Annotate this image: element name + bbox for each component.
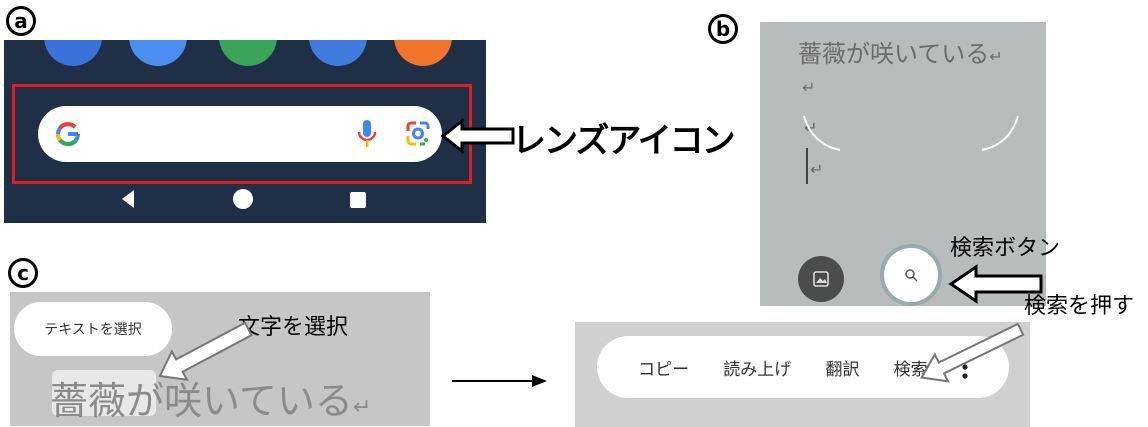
annotation-lens-icon: レンズアイコン <box>512 121 736 161</box>
arrow-right-icon <box>452 375 547 387</box>
menu-item-translate[interactable]: 翻訳 <box>825 355 859 380</box>
camera-text: 薔薇が咲いている↵ <box>798 40 1003 68</box>
label-a: a <box>6 6 36 36</box>
search-icon <box>905 269 918 282</box>
app-icon[interactable] <box>129 40 187 66</box>
google-g-icon <box>56 122 81 147</box>
android-home-screen <box>4 40 486 223</box>
label-b: b <box>708 14 738 44</box>
app-icon[interactable] <box>219 40 277 66</box>
annotation-press-search: 検索を押す <box>1024 294 1135 319</box>
home-icon[interactable] <box>232 188 254 210</box>
label-c: c <box>8 258 38 288</box>
google-search-bar[interactable] <box>38 106 442 162</box>
lens-icon[interactable] <box>404 120 432 148</box>
viewfinder-corners <box>803 115 1019 151</box>
recents-icon[interactable] <box>348 190 368 210</box>
menu-item-read-aloud[interactable]: 読み上げ <box>723 355 791 380</box>
back-icon[interactable] <box>118 188 138 210</box>
arrow-left-icon <box>440 118 515 154</box>
image-icon <box>813 271 829 287</box>
app-icon[interactable] <box>394 40 452 66</box>
select-text-button[interactable]: テキストを選択 <box>14 302 172 356</box>
return-mark: ↵ <box>802 78 816 97</box>
app-icon[interactable] <box>44 40 102 66</box>
gallery-button[interactable] <box>798 256 844 302</box>
search-shutter-button[interactable] <box>880 244 942 306</box>
annotation-search-button: 検索ボタン <box>950 236 1061 261</box>
app-icon[interactable] <box>309 40 367 66</box>
arrow-down-left-icon <box>920 322 1025 383</box>
mic-icon[interactable] <box>356 118 378 150</box>
menu-item-copy[interactable]: コピー <box>638 355 689 380</box>
arrow-down-left-icon <box>158 322 253 382</box>
